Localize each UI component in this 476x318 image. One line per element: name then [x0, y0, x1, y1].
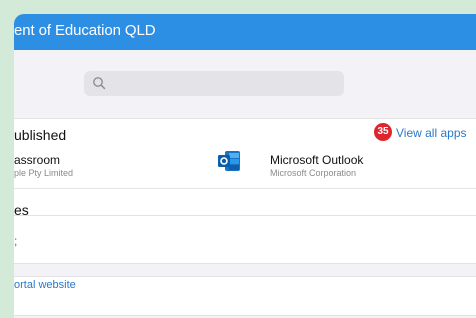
view-all-apps-link[interactable]: View all apps [396, 126, 467, 140]
portal-website-link[interactable]: ortal website [14, 279, 76, 291]
app-publisher-outlook: Microsoft Corporation [270, 168, 357, 178]
section-card [14, 215, 476, 264]
page-title: ent of Education QLD [14, 22, 156, 39]
header-bar: ent of Education QLD [14, 14, 476, 50]
section-link[interactable]: ; [14, 234, 17, 248]
apps-section-title: ublished [14, 127, 67, 143]
divider [14, 188, 476, 189]
portal-card [14, 276, 476, 316]
outlook-icon[interactable] [217, 150, 241, 172]
search-icon [93, 77, 106, 90]
app-name-classroom[interactable]: assroom [14, 153, 60, 167]
app-window: ent of Education QLD ublished 35 View al… [14, 14, 476, 318]
search-input[interactable] [84, 71, 344, 96]
app-name-outlook[interactable]: Microsoft Outlook [270, 153, 363, 167]
app-count-badge: 35 [374, 123, 392, 141]
section-title: es [14, 202, 29, 218]
app-publisher-classroom: ple Pty Limited [14, 168, 74, 178]
